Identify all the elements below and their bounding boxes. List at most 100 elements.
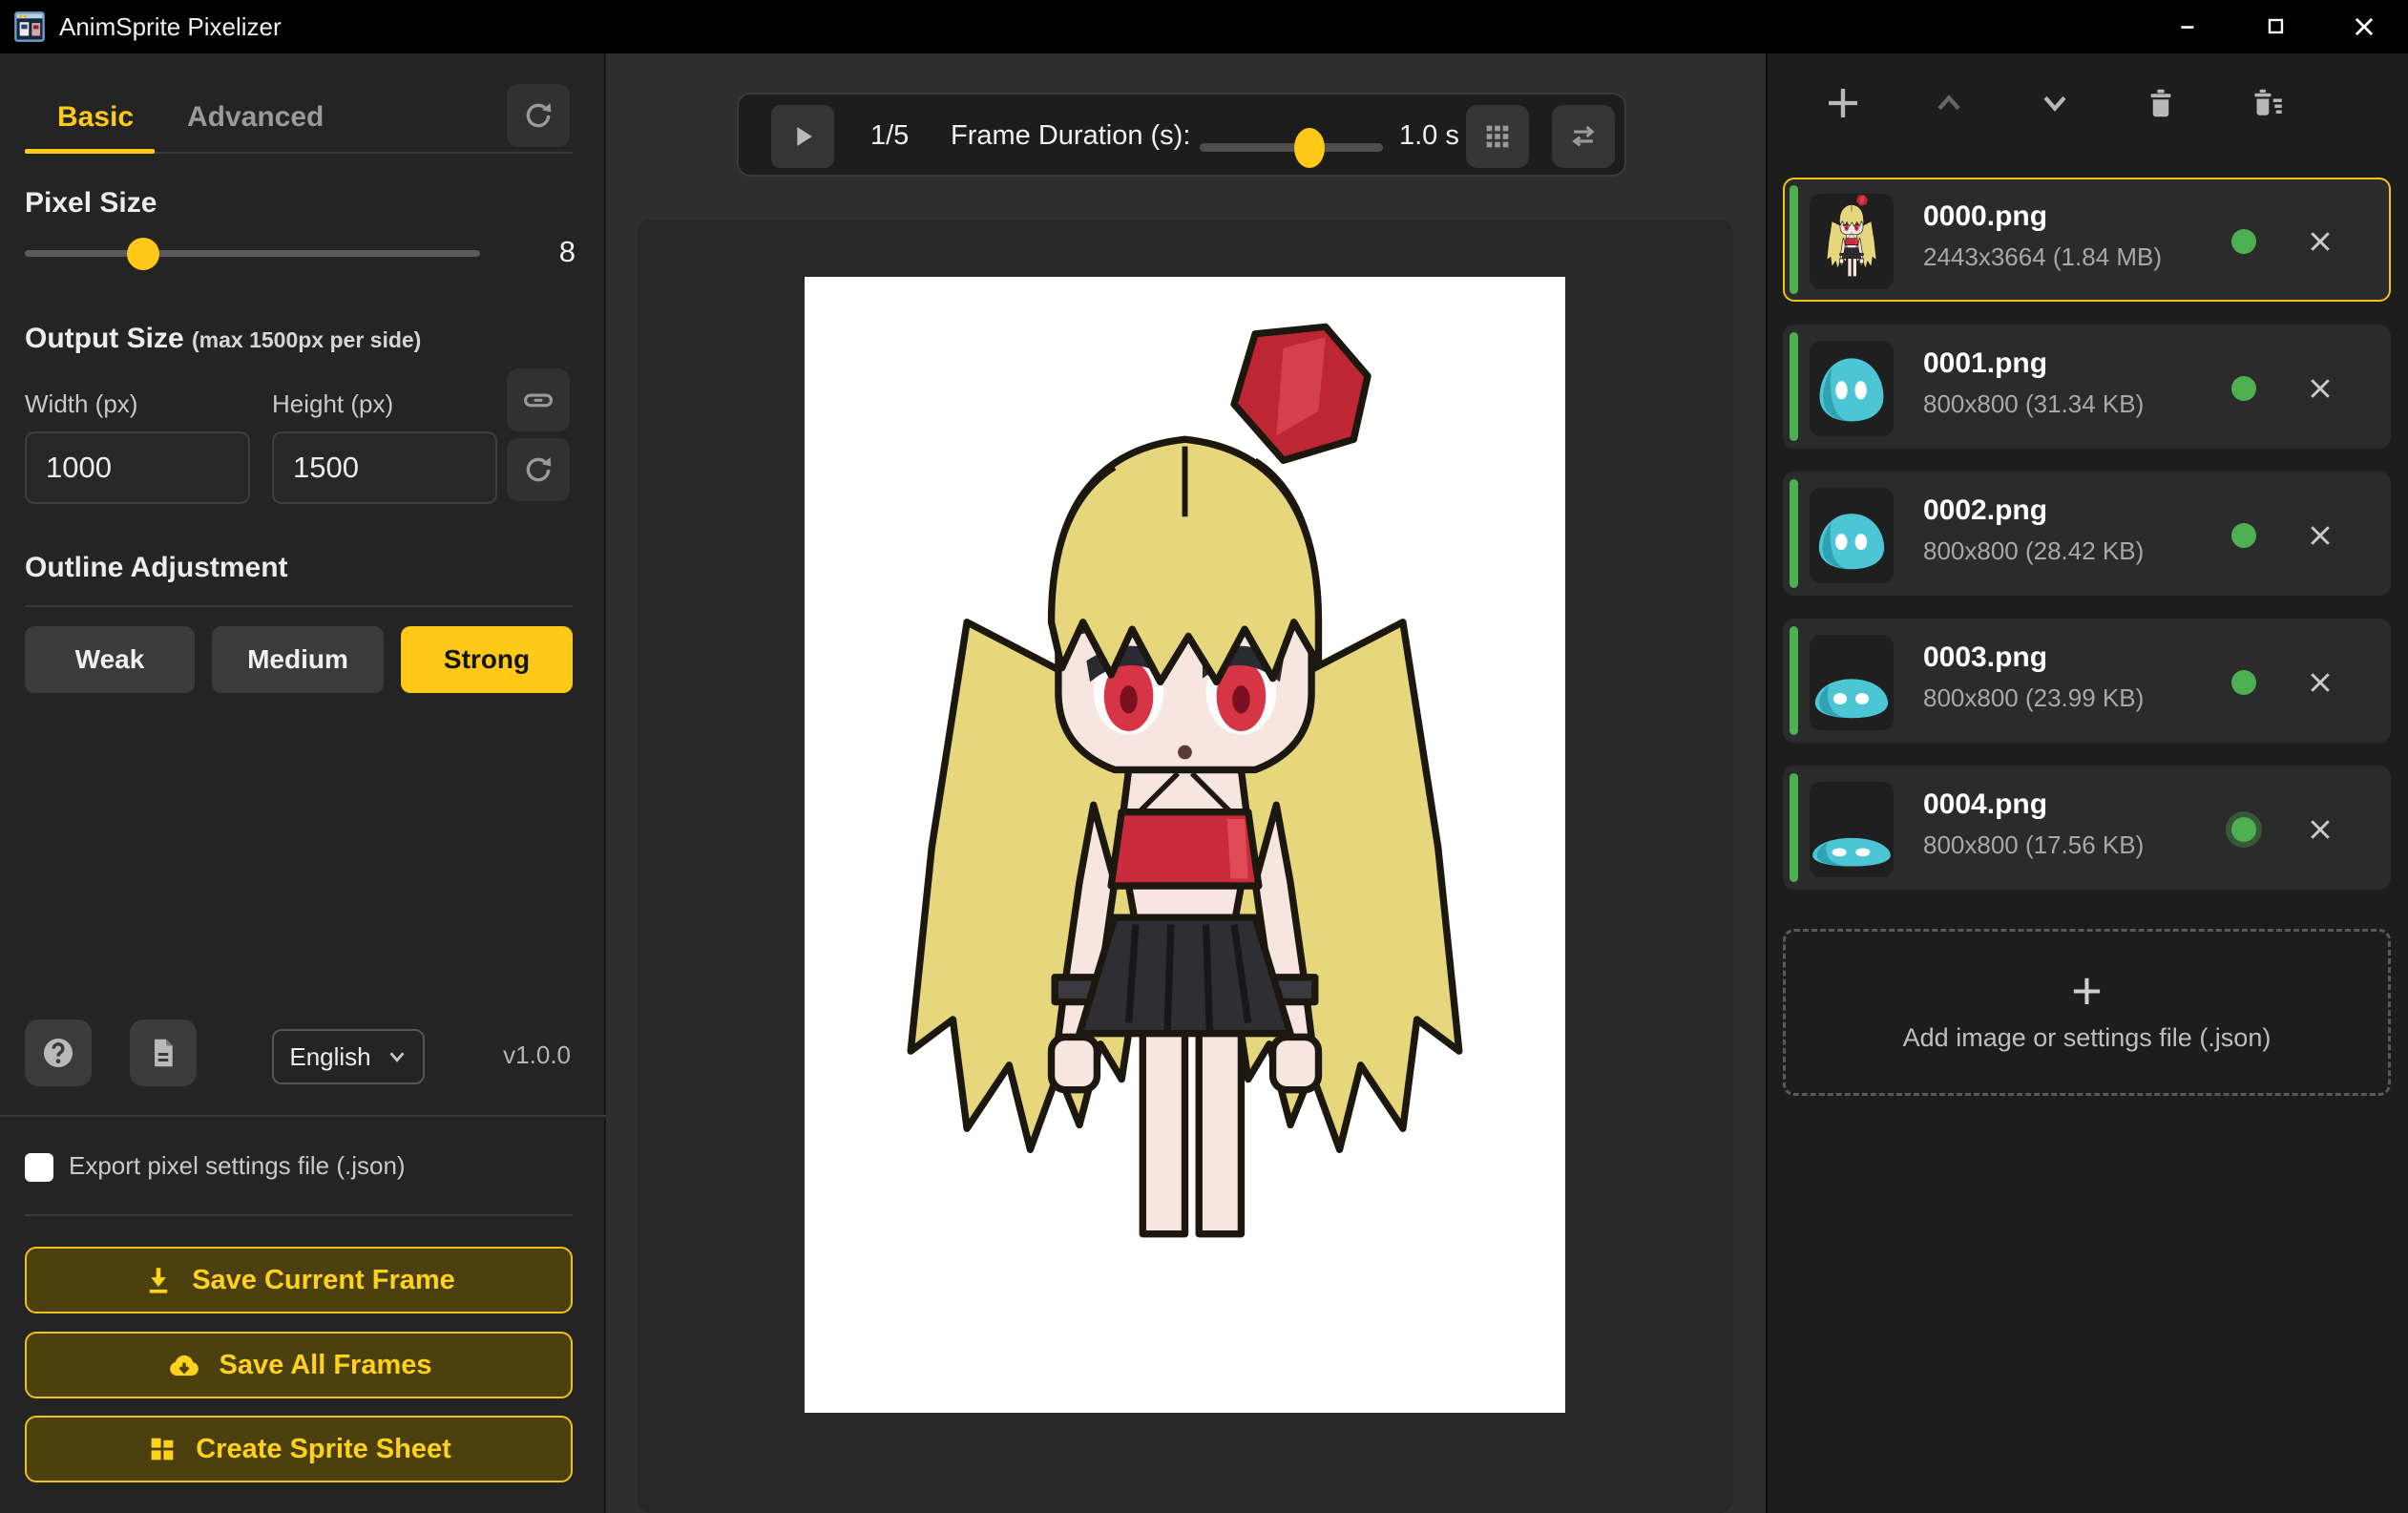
section-divider: [25, 605, 573, 607]
output-size-title: Output Size: [25, 323, 184, 354]
frame-filename: 0002.png: [1923, 494, 2047, 527]
plus-icon: +: [2071, 972, 2103, 1010]
remove-frame-button[interactable]: [2300, 515, 2340, 556]
frame-filesize: 800x800 (23.99 KB): [1923, 683, 2144, 713]
save-all-frames-button[interactable]: Save All Frames: [25, 1332, 573, 1398]
remove-frame-button[interactable]: [2300, 221, 2340, 262]
section-divider: [0, 1115, 606, 1117]
language-value: English: [289, 1042, 370, 1072]
close-button[interactable]: [2320, 0, 2408, 53]
playback-toolbar: 1/5 Frame Duration (s): 1.0 s: [737, 93, 1626, 177]
canvas-frame: [638, 220, 1733, 1513]
reset-settings-button[interactable]: [507, 84, 570, 147]
section-divider: [25, 1214, 573, 1216]
frames-panel: 0000.png 2443x3664 (1.84 MB) 0001.png 80…: [1766, 53, 2408, 1513]
height-input[interactable]: [272, 431, 497, 504]
question-icon: [40, 1035, 76, 1071]
frame-list: 0000.png 2443x3664 (1.84 MB) 0001.png 80…: [1783, 178, 2391, 913]
save-current-frame-button[interactable]: Save Current Frame: [25, 1247, 573, 1313]
status-accent-bar: [1790, 773, 1798, 882]
move-frame-up-button[interactable]: [1918, 73, 1979, 134]
remove-frame-button[interactable]: [2300, 809, 2340, 850]
maximize-button[interactable]: [2232, 0, 2320, 53]
minimize-button[interactable]: [2145, 0, 2232, 53]
add-image-dropzone[interactable]: + Add image or settings file (.json): [1783, 929, 2391, 1096]
frame-item-0004[interactable]: 0004.png 800x800 (17.56 KB): [1783, 766, 2391, 890]
version-label: v1.0.0: [503, 1040, 571, 1070]
plus-icon: [1824, 84, 1862, 122]
active-tab-underline: [25, 149, 155, 154]
docs-button[interactable]: [130, 1019, 197, 1086]
frame-duration-thumb[interactable]: [1294, 128, 1325, 168]
status-dot: [2231, 376, 2256, 401]
pixel-size-slider[interactable]: [25, 250, 480, 257]
pixel-size-thumb[interactable]: [127, 238, 159, 270]
preview-area: 1/5 Frame Duration (s): 1.0 s: [608, 53, 1766, 1513]
frame-duration-value: 1.0 s: [1399, 120, 1459, 152]
output-size-heading: Output Size (max 1500px per side): [25, 323, 421, 355]
frame-thumbnail: [1810, 194, 1894, 289]
compare-toggle-button[interactable]: [1552, 105, 1615, 168]
outline-weak-button[interactable]: Weak: [25, 626, 195, 693]
frame-item-0003[interactable]: 0003.png 800x800 (23.99 KB): [1783, 619, 2391, 743]
frame-filename: 0001.png: [1923, 347, 2047, 380]
status-dot: [2231, 523, 2256, 548]
tab-basic[interactable]: Basic: [57, 101, 134, 134]
help-button[interactable]: [25, 1019, 92, 1086]
titlebar: AnimSprite Pixelizer: [0, 0, 2408, 53]
delete-frame-button[interactable]: [2130, 73, 2191, 134]
outline-heading: Outline Adjustment: [25, 552, 288, 584]
outline-strong-button[interactable]: Strong: [401, 626, 573, 693]
link-icon: [522, 384, 555, 416]
frame-filesize: 800x800 (31.34 KB): [1923, 389, 2144, 419]
export-settings-checkbox[interactable]: [25, 1153, 53, 1182]
frame-counter: 1/5: [870, 120, 909, 152]
sprite-sheet-icon: [146, 1433, 178, 1465]
width-label: Width (px): [25, 389, 137, 419]
frame-item-0000[interactable]: 0000.png 2443x3664 (1.84 MB): [1783, 178, 2391, 302]
language-select[interactable]: English: [272, 1029, 425, 1084]
outline-medium-button[interactable]: Medium: [212, 626, 384, 693]
height-label: Height (px): [272, 389, 393, 419]
frame-item-0002[interactable]: 0002.png 800x800 (28.42 KB): [1783, 472, 2391, 596]
frame-thumbnail: [1810, 341, 1894, 436]
frame-filesize: 2443x3664 (1.84 MB): [1923, 242, 2162, 272]
download-icon: [142, 1264, 175, 1296]
frames-toolbar: [1768, 73, 2408, 134]
output-size-hint: (max 1500px per side): [192, 327, 421, 352]
play-button[interactable]: [771, 105, 834, 168]
link-dimensions-button[interactable]: [507, 368, 570, 431]
status-dot: [2231, 670, 2256, 695]
settings-sidebar: Basic Advanced Pixel Size 8 Output Size …: [0, 53, 606, 1513]
document-icon: [146, 1036, 180, 1070]
add-image-label: Add image or settings file (.json): [1903, 1023, 2272, 1053]
remove-frame-button[interactable]: [2300, 368, 2340, 409]
create-sprite-sheet-label: Create Sprite Sheet: [196, 1434, 451, 1465]
remove-frame-button[interactable]: [2300, 662, 2340, 703]
play-icon: [786, 120, 819, 153]
close-icon: [2306, 668, 2335, 697]
frame-filename: 0000.png: [1923, 200, 2047, 233]
tab-advanced[interactable]: Advanced: [187, 101, 324, 134]
app-icon: [11, 9, 48, 45]
close-icon: [2306, 374, 2335, 403]
frame-filename: 0004.png: [1923, 788, 2047, 821]
create-sprite-sheet-button[interactable]: Create Sprite Sheet: [25, 1416, 573, 1482]
status-accent-bar: [1790, 332, 1798, 441]
reset-size-button[interactable]: [507, 438, 570, 501]
frame-duration-slider[interactable]: [1200, 143, 1383, 152]
grid-view-button[interactable]: [1466, 105, 1529, 168]
frame-item-0001[interactable]: 0001.png 800x800 (31.34 KB): [1783, 325, 2391, 449]
grid-icon: [1481, 120, 1514, 153]
window-title: AnimSprite Pixelizer: [59, 12, 282, 42]
width-input[interactable]: [25, 431, 250, 504]
add-frame-button[interactable]: [1812, 73, 1874, 134]
chevron-up-icon: [1933, 87, 1965, 119]
pixel-size-label: Pixel Size: [25, 187, 157, 220]
status-dot: [2231, 817, 2256, 842]
delete-all-frames-button[interactable]: [2236, 73, 2297, 134]
pixel-size-value: 8: [559, 235, 576, 269]
move-frame-down-button[interactable]: [2024, 73, 2085, 134]
save-all-frames-label: Save All Frames: [220, 1350, 432, 1381]
preview-canvas: [805, 277, 1565, 1413]
